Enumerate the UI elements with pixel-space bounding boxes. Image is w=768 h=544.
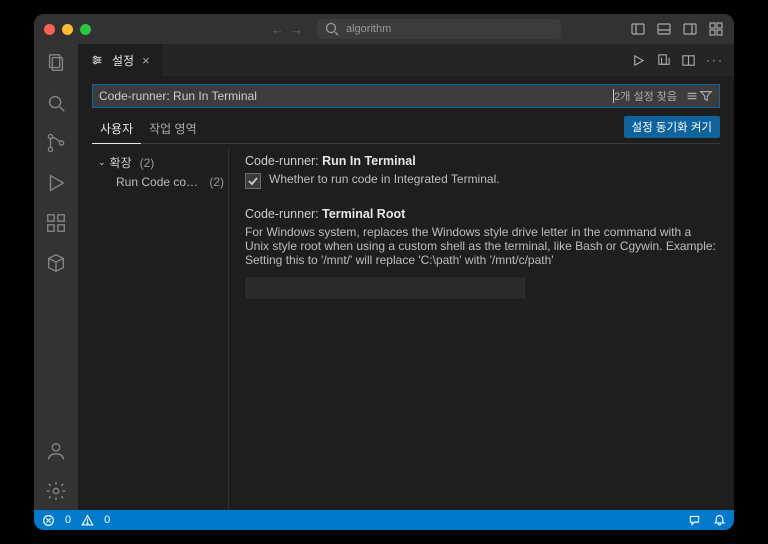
settings-body: Code-runner: Run In Terminal 2개 설정 찾음 사용… bbox=[78, 76, 734, 510]
tree-group-count: (2) bbox=[140, 156, 155, 170]
source-control-icon[interactable] bbox=[45, 132, 67, 154]
settings-scope-row: 사용자 작업 영역 설정 동기화 켜기 bbox=[92, 114, 720, 144]
sync-settings-button[interactable]: 설정 동기화 켜기 bbox=[624, 116, 720, 138]
titlebar: ← → algorithm bbox=[34, 14, 734, 44]
more-actions-icon[interactable]: ··· bbox=[706, 53, 724, 67]
settings-tree: ⌄ 확장 (2) Run Code config... (2) bbox=[92, 148, 228, 510]
editor-area: 설정 × ··· Code-runner: Run In Terminal 2개… bbox=[78, 44, 734, 510]
close-tab-button[interactable]: × bbox=[142, 53, 150, 68]
terminal-root-input[interactable] bbox=[245, 277, 525, 299]
filter-icon[interactable] bbox=[699, 89, 713, 103]
settings-search-input[interactable]: Code-runner: Run In Terminal 2개 설정 찾음 bbox=[92, 84, 720, 108]
tab-title: 설정 bbox=[112, 52, 134, 69]
status-bar: 0 0 bbox=[34, 510, 734, 530]
activity-bar bbox=[34, 44, 78, 510]
settings-list: Code-runner: Run In Terminal Whether to … bbox=[228, 148, 720, 510]
tree-group-label: 확장 bbox=[110, 154, 132, 171]
tree-item-count: (2) bbox=[209, 175, 224, 189]
app-window: ← → algorithm bbox=[34, 14, 734, 530]
settings-result-count: 2개 설정 찾음 bbox=[614, 88, 677, 104]
warning-icon[interactable] bbox=[81, 514, 94, 527]
titlebar-right bbox=[630, 21, 724, 37]
nav-arrows: ← → bbox=[271, 22, 303, 37]
minimize-window-button[interactable] bbox=[62, 24, 73, 35]
run-in-terminal-checkbox[interactable] bbox=[245, 173, 261, 189]
explorer-icon[interactable] bbox=[45, 52, 67, 74]
tree-item-label: Run Code config... bbox=[116, 175, 201, 189]
toggle-panel-bottom-icon[interactable] bbox=[656, 21, 672, 37]
clear-search-icon[interactable] bbox=[685, 89, 699, 103]
setting-description: For Windows system, replaces the Windows… bbox=[245, 225, 716, 267]
tree-item-run-code-config[interactable]: Run Code config... (2) bbox=[98, 173, 224, 191]
layout-customize-icon[interactable] bbox=[708, 21, 724, 37]
tabs-row: 설정 × ··· bbox=[78, 44, 734, 76]
setting-checkbox-row: Whether to run code in Integrated Termin… bbox=[245, 172, 716, 189]
settings-tab-icon bbox=[90, 53, 104, 67]
nav-forward-icon[interactable]: → bbox=[290, 22, 303, 37]
chevron-down-icon: ⌄ bbox=[98, 157, 106, 168]
setting-description: Whether to run code in Integrated Termin… bbox=[269, 172, 500, 186]
tab-actions: ··· bbox=[621, 44, 734, 76]
close-window-button[interactable] bbox=[44, 24, 55, 35]
bell-icon[interactable] bbox=[713, 514, 726, 527]
toggle-panel-left-icon[interactable] bbox=[630, 21, 646, 37]
command-center-placeholder: algorithm bbox=[346, 23, 391, 35]
window-controls bbox=[44, 24, 91, 35]
run-debug-icon[interactable] bbox=[45, 172, 67, 194]
tree-group-extensions[interactable]: ⌄ 확장 (2) bbox=[98, 152, 224, 173]
settings-search-value: Code-runner: Run In Terminal bbox=[99, 89, 612, 103]
search-icon bbox=[324, 21, 340, 37]
feedback-icon[interactable] bbox=[688, 514, 701, 527]
search-icon[interactable] bbox=[45, 92, 67, 114]
split-editor-icon[interactable] bbox=[681, 53, 696, 68]
command-center-search[interactable]: algorithm bbox=[317, 19, 561, 39]
error-icon[interactable] bbox=[42, 514, 55, 527]
scope-user-tab[interactable]: 사용자 bbox=[92, 114, 141, 144]
setting-title: Code-runner: Run In Terminal bbox=[245, 154, 716, 168]
setting-title: Code-runner: Terminal Root bbox=[245, 207, 716, 221]
extensions-icon[interactable] bbox=[45, 212, 67, 234]
warning-count[interactable]: 0 bbox=[104, 514, 110, 526]
error-count[interactable]: 0 bbox=[65, 514, 71, 526]
check-icon bbox=[247, 175, 259, 187]
setting-run-in-terminal: Code-runner: Run In Terminal Whether to … bbox=[245, 154, 716, 189]
open-json-icon[interactable] bbox=[656, 53, 671, 68]
nav-back-icon[interactable]: ← bbox=[271, 22, 284, 37]
gear-icon[interactable] bbox=[45, 480, 67, 502]
tab-settings[interactable]: 설정 × bbox=[78, 44, 163, 76]
maximize-window-button[interactable] bbox=[80, 24, 91, 35]
cube-icon[interactable] bbox=[45, 252, 67, 274]
toggle-panel-right-icon[interactable] bbox=[682, 21, 698, 37]
setting-terminal-root: Code-runner: Terminal Root For Windows s… bbox=[245, 207, 716, 299]
accounts-icon[interactable] bbox=[45, 440, 67, 462]
scope-workspace-tab[interactable]: 작업 영역 bbox=[141, 114, 205, 143]
run-icon[interactable] bbox=[631, 53, 646, 68]
